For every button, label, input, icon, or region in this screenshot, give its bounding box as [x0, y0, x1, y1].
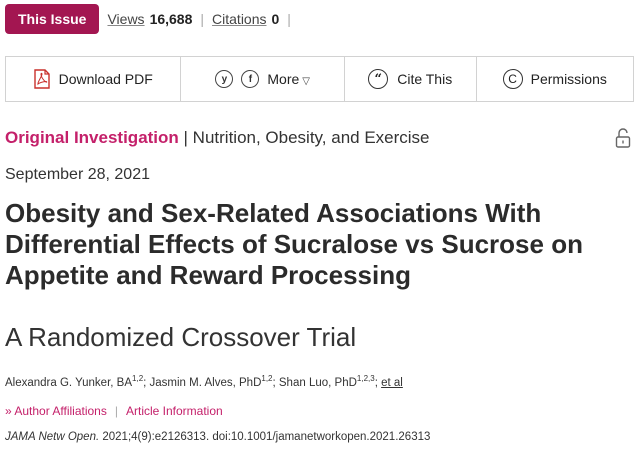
- share-more-cell: y f More ▽: [181, 57, 345, 101]
- citations-count: 0: [271, 11, 280, 27]
- et-al-link[interactable]: et al: [381, 377, 403, 389]
- affiliations-row: » Author Affiliations | Article Informatio…: [5, 404, 223, 418]
- metrics-separator: |: [287, 11, 291, 27]
- citation-details: 2021;4(9):e2126313. doi:10.1001/jamanetw…: [99, 431, 431, 443]
- author-link[interactable]: Shan Luo, PhD1,2,3: [278, 374, 375, 389]
- article-subtitle: A Randomized Crossover Trial: [5, 322, 357, 352]
- affil-separator: |: [114, 404, 118, 418]
- author-affiliations-link[interactable]: » Author Affiliations: [5, 404, 107, 418]
- cite-this-label: Cite This: [397, 71, 453, 87]
- permissions-button[interactable]: C Permissions: [477, 57, 634, 101]
- author-list: Alexandra G. Yunker, BA1,2; Jasmin M. Al…: [5, 374, 403, 389]
- pdf-file-icon: [33, 69, 50, 89]
- more-button[interactable]: More ▽: [267, 71, 310, 87]
- journal-abbrev: JAMA Netw Open.: [5, 431, 100, 443]
- category-link[interactable]: Original Investigation: [5, 128, 179, 147]
- publication-date: September 28, 2021: [5, 166, 150, 183]
- permissions-label: Permissions: [530, 71, 607, 87]
- author-name: Alexandra G. Yunker, BA: [5, 376, 133, 389]
- cite-this-button[interactable]: “ Cite This: [345, 57, 477, 101]
- citations-label[interactable]: Citations: [212, 11, 266, 27]
- article-information-link[interactable]: Article Information: [126, 404, 223, 418]
- views-metric[interactable]: Views 16,688: [107, 11, 192, 27]
- citations-metric[interactable]: Citations 0: [212, 11, 279, 27]
- views-label[interactable]: Views: [107, 11, 144, 27]
- facebook-icon[interactable]: f: [241, 70, 260, 88]
- more-label: More: [267, 71, 300, 87]
- copyright-icon: C: [502, 69, 523, 89]
- article-title: Obesity and Sex-Related Associations Wit…: [5, 198, 583, 290]
- author-link[interactable]: Alexandra G. Yunker, BA1,2: [5, 374, 144, 389]
- subcategory-label: | Nutrition, Obesity, and Exercise: [178, 128, 430, 147]
- author-name: Shan Luo, PhD: [278, 376, 357, 389]
- citation-line: JAMA Netw Open. 2021;4(9):e2126313. doi:…: [5, 431, 430, 443]
- views-count: 16,688: [149, 11, 193, 27]
- quote-icon: “: [368, 69, 389, 89]
- download-pdf-label: Download PDF: [58, 71, 153, 87]
- metrics-bar: This Issue Views 16,688 | Citations 0 |: [5, 4, 291, 34]
- twitter-icon[interactable]: y: [215, 70, 234, 88]
- article-toolbar: Download PDF y f More ▽ “ Cite This C Per…: [5, 56, 634, 102]
- article-page: This Issue Views 16,688 | Citations 0 | …: [0, 0, 640, 450]
- chevron-down-icon: ▽: [302, 76, 310, 87]
- author-affiliation-sup: 1,2: [261, 374, 273, 383]
- author-link[interactable]: Jasmin M. Alves, PhD1,2: [149, 374, 273, 389]
- article-category: Original Investigation | Nutrition, Obes…: [5, 128, 430, 148]
- metrics-separator: |: [200, 11, 205, 27]
- author-name: Jasmin M. Alves, PhD: [149, 376, 262, 389]
- download-pdf-button[interactable]: Download PDF: [6, 57, 182, 101]
- this-issue-button[interactable]: This Issue: [5, 4, 100, 34]
- open-lock-icon: [615, 128, 631, 148]
- author-affiliation-sup: 1,2: [132, 374, 144, 383]
- author-affiliation-sup: 1,2,3: [356, 374, 375, 383]
